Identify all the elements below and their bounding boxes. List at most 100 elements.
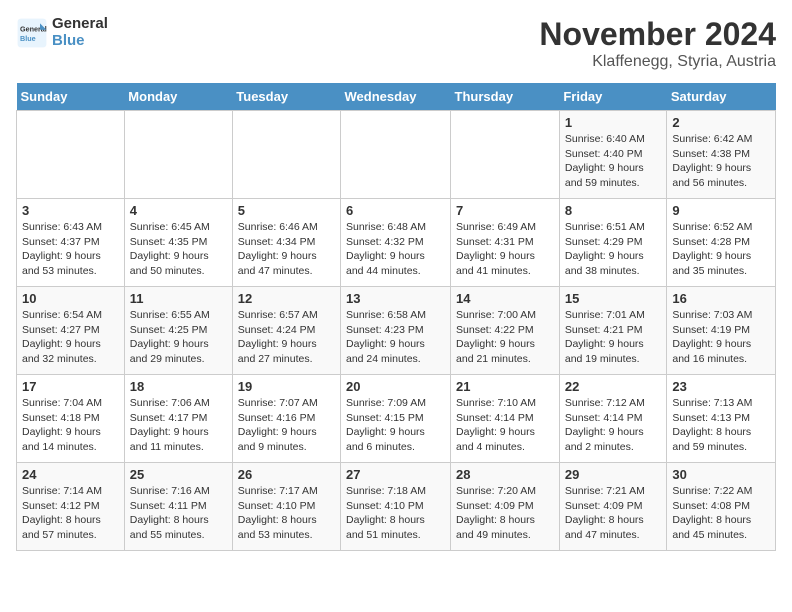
calendar-cell: 9Sunrise: 6:52 AM Sunset: 4:28 PM Daylig… [667,199,776,287]
day-info: Sunrise: 6:52 AM Sunset: 4:28 PM Dayligh… [672,220,770,279]
calendar-cell: 26Sunrise: 7:17 AM Sunset: 4:10 PM Dayli… [232,463,340,551]
calendar-cell: 13 Sunrise: 6:58 AM Sunset: 4:23 PM Dayli… [341,287,451,375]
calendar-cell: 21 Sunrise: 7:10 AM Sunset: 4:14 PM Dayli… [451,375,560,463]
day-info: Sunrise: 7:13 AM Sunset: 4:13 PM Dayligh… [672,396,770,455]
day-info: Sunrise: 7:21 AM Sunset: 4:09 PM Dayligh… [565,484,662,543]
day-number: 8 [565,203,662,218]
calendar-week-2: 3 Sunrise: 6:43 AM Sunset: 4:37 PM Daylig… [17,199,776,287]
title-block: November 2024 Klaffenegg, Styria, Austri… [539,16,776,71]
weekday-friday: Friday [559,83,667,111]
calendar-week-5: 24 Sunrise: 7:14 AM Sunset: 4:12 PM Dayli… [17,463,776,551]
day-number: 17 [22,379,119,394]
calendar-cell: 12 Sunrise: 6:57 AM Sunset: 4:24 PM Dayli… [232,287,340,375]
day-info: Sunrise: 6:51 AM Sunset: 4:29 PM Dayligh… [565,220,662,279]
calendar-cell: 23Sunrise: 7:13 AM Sunset: 4:13 PM Dayli… [667,375,776,463]
day-number: 19 [238,379,335,394]
calendar-cell: 7 Sunrise: 6:49 AM Sunset: 4:31 PM Daylig… [451,199,560,287]
calendar-cell: 10 Sunrise: 6:54 AM Sunset: 4:27 PM Dayli… [17,287,125,375]
calendar-cell: 25Sunrise: 7:16 AM Sunset: 4:11 PM Dayli… [124,463,232,551]
day-info: Sunrise: 6:42 AM Sunset: 4:38 PM Dayligh… [672,132,770,191]
weekday-saturday: Saturday [667,83,776,111]
calendar-table: SundayMondayTuesdayWednesdayThursdayFrid… [16,83,776,551]
day-info: Sunrise: 6:58 AM Sunset: 4:23 PM Dayligh… [346,308,445,367]
day-number: 11 [130,291,227,306]
calendar-cell: 24 Sunrise: 7:14 AM Sunset: 4:12 PM Dayli… [17,463,125,551]
calendar-cell: 22 Sunrise: 7:12 AM Sunset: 4:14 PM Dayli… [559,375,667,463]
day-info: Sunrise: 7:17 AM Sunset: 4:10 PM Dayligh… [238,484,335,543]
calendar-cell: 20Sunrise: 7:09 AM Sunset: 4:15 PM Dayli… [341,375,451,463]
calendar-week-4: 17Sunrise: 7:04 AM Sunset: 4:18 PM Dayli… [17,375,776,463]
day-info: Sunrise: 7:03 AM Sunset: 4:19 PM Dayligh… [672,308,770,367]
calendar-week-1: 1 Sunrise: 6:40 AM Sunset: 4:40 PM Daylig… [17,111,776,199]
day-info: Sunrise: 7:12 AM Sunset: 4:14 PM Dayligh… [565,396,662,455]
day-info: Sunrise: 6:40 AM Sunset: 4:40 PM Dayligh… [565,132,662,191]
calendar-cell: 11 Sunrise: 6:55 AM Sunset: 4:25 PM Dayli… [124,287,232,375]
calendar-week-3: 10 Sunrise: 6:54 AM Sunset: 4:27 PM Dayli… [17,287,776,375]
calendar-header: SundayMondayTuesdayWednesdayThursdayFrid… [17,83,776,111]
day-info: Sunrise: 7:00 AM Sunset: 4:22 PM Dayligh… [456,308,554,367]
calendar-cell: 5 Sunrise: 6:46 AM Sunset: 4:34 PM Daylig… [232,199,340,287]
day-number: 30 [672,467,770,482]
day-number: 13 [346,291,445,306]
location: Klaffenegg, Styria, Austria [539,53,776,71]
day-number: 16 [672,291,770,306]
day-info: Sunrise: 7:14 AM Sunset: 4:12 PM Dayligh… [22,484,119,543]
day-info: Sunrise: 6:49 AM Sunset: 4:31 PM Dayligh… [456,220,554,279]
calendar-cell: 8 Sunrise: 6:51 AM Sunset: 4:29 PM Daylig… [559,199,667,287]
page-header: General Blue General Blue November 2024 … [16,16,776,71]
day-number: 7 [456,203,554,218]
calendar-cell: 1 Sunrise: 6:40 AM Sunset: 4:40 PM Daylig… [559,111,667,199]
day-info: Sunrise: 6:54 AM Sunset: 4:27 PM Dayligh… [22,308,119,367]
day-number: 27 [346,467,445,482]
calendar-cell [232,111,340,199]
day-info: Sunrise: 7:06 AM Sunset: 4:17 PM Dayligh… [130,396,227,455]
day-number: 29 [565,467,662,482]
day-number: 20 [346,379,445,394]
calendar-cell: 14 Sunrise: 7:00 AM Sunset: 4:22 PM Dayli… [451,287,560,375]
weekday-wednesday: Wednesday [341,83,451,111]
weekday-thursday: Thursday [451,83,560,111]
day-info: Sunrise: 7:20 AM Sunset: 4:09 PM Dayligh… [456,484,554,543]
calendar-cell: 30Sunrise: 7:22 AM Sunset: 4:08 PM Dayli… [667,463,776,551]
day-number: 25 [130,467,227,482]
day-number: 21 [456,379,554,394]
calendar-cell: 2 Sunrise: 6:42 AM Sunset: 4:38 PM Daylig… [667,111,776,199]
weekday-tuesday: Tuesday [232,83,340,111]
calendar-cell [17,111,125,199]
calendar-cell: 16 Sunrise: 7:03 AM Sunset: 4:19 PM Dayli… [667,287,776,375]
calendar-cell: 29 Sunrise: 7:21 AM Sunset: 4:09 PM Dayli… [559,463,667,551]
day-info: Sunrise: 6:48 AM Sunset: 4:32 PM Dayligh… [346,220,445,279]
calendar-cell: 19Sunrise: 7:07 AM Sunset: 4:16 PM Dayli… [232,375,340,463]
calendar-cell: 15Sunrise: 7:01 AM Sunset: 4:21 PM Dayli… [559,287,667,375]
day-info: Sunrise: 7:10 AM Sunset: 4:14 PM Dayligh… [456,396,554,455]
day-number: 24 [22,467,119,482]
svg-text:Blue: Blue [20,34,36,43]
day-number: 1 [565,115,662,130]
calendar-cell: 17Sunrise: 7:04 AM Sunset: 4:18 PM Dayli… [17,375,125,463]
day-number: 6 [346,203,445,218]
weekday-header-row: SundayMondayTuesdayWednesdayThursdayFrid… [17,83,776,111]
day-info: Sunrise: 6:55 AM Sunset: 4:25 PM Dayligh… [130,308,227,367]
weekday-sunday: Sunday [17,83,125,111]
weekday-monday: Monday [124,83,232,111]
calendar-cell: 3 Sunrise: 6:43 AM Sunset: 4:37 PM Daylig… [17,199,125,287]
logo-text: General Blue [52,16,108,49]
day-info: Sunrise: 6:43 AM Sunset: 4:37 PM Dayligh… [22,220,119,279]
day-number: 28 [456,467,554,482]
calendar-cell: 28 Sunrise: 7:20 AM Sunset: 4:09 PM Dayli… [451,463,560,551]
day-number: 5 [238,203,335,218]
day-number: 10 [22,291,119,306]
calendar-cell [451,111,560,199]
day-number: 2 [672,115,770,130]
day-number: 18 [130,379,227,394]
day-info: Sunrise: 7:18 AM Sunset: 4:10 PM Dayligh… [346,484,445,543]
day-number: 22 [565,379,662,394]
day-number: 12 [238,291,335,306]
calendar-cell: 4Sunrise: 6:45 AM Sunset: 4:35 PM Daylig… [124,199,232,287]
day-number: 3 [22,203,119,218]
day-number: 14 [456,291,554,306]
day-info: Sunrise: 6:45 AM Sunset: 4:35 PM Dayligh… [130,220,227,279]
day-info: Sunrise: 6:57 AM Sunset: 4:24 PM Dayligh… [238,308,335,367]
logo-icon: General Blue [16,17,48,49]
day-info: Sunrise: 6:46 AM Sunset: 4:34 PM Dayligh… [238,220,335,279]
